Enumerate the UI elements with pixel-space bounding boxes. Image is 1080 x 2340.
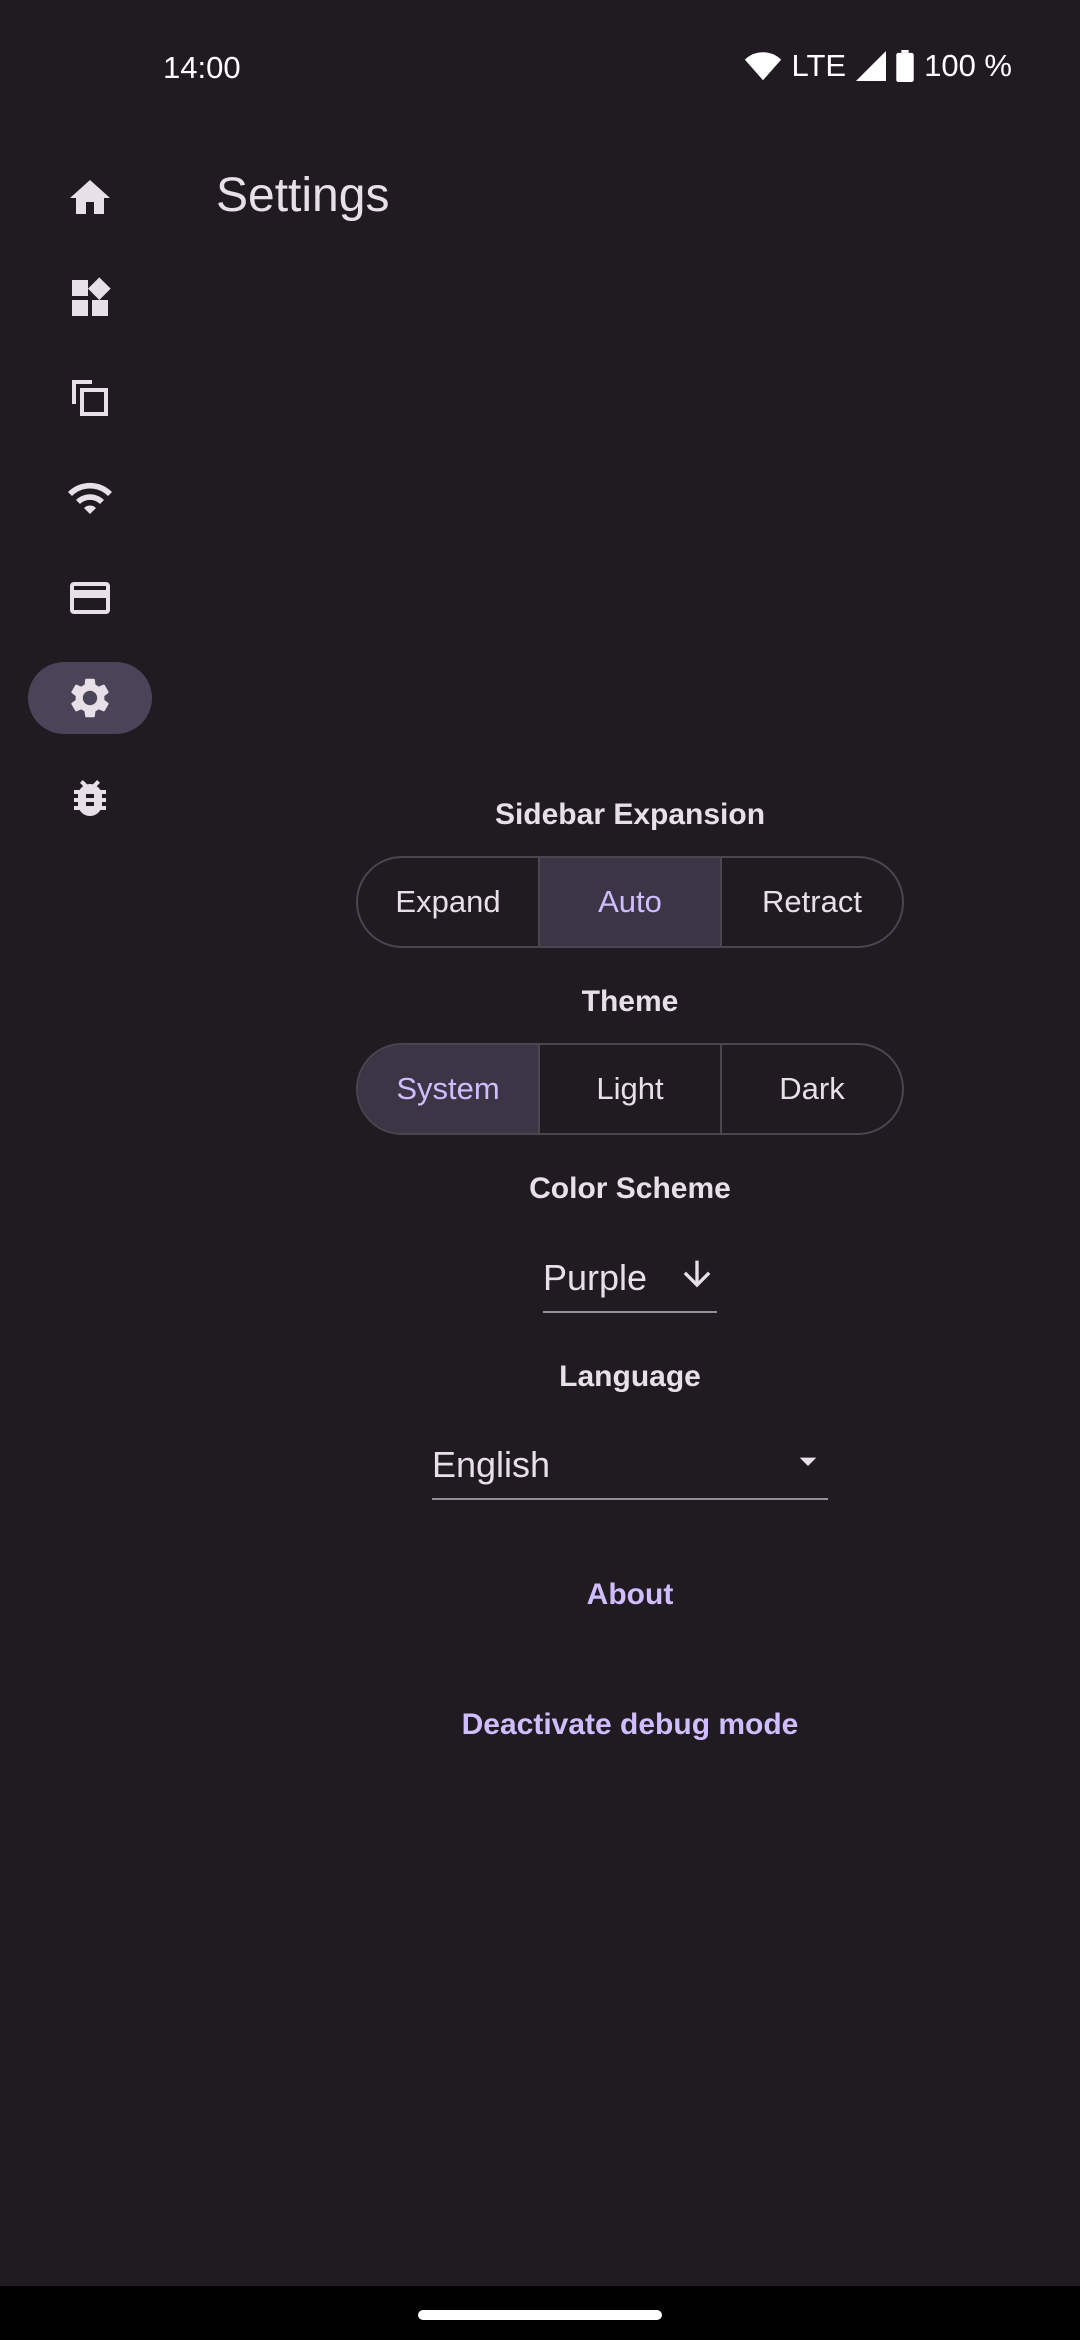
wifi-icon [744,51,782,81]
color-scheme-dropdown[interactable]: Purple [543,1245,717,1313]
arrow-down-icon [677,1254,717,1303]
wifi-icon [66,474,114,522]
nav-item-widgets[interactable] [28,262,152,334]
cellular-signal-icon [856,51,887,81]
segment-expand[interactable]: Expand [358,858,540,946]
gesture-handle[interactable] [418,2310,662,2320]
copy-icon [66,374,114,422]
nav-item-settings[interactable] [28,662,152,734]
language-value: English [432,1444,551,1485]
theme-label: Theme [581,985,679,1018]
sidebar-expansion-label: Sidebar Expansion [494,798,766,831]
status-time: 14:00 [163,50,241,85]
battery-icon [896,50,914,82]
credit-card-icon [66,574,114,622]
segment-retract[interactable]: Retract [722,858,902,946]
language-dropdown[interactable]: English [432,1432,828,1500]
segment-auto[interactable]: Auto [540,858,722,946]
deactivate-debug-button[interactable]: Deactivate debug mode [0,1708,1080,1742]
page-title: Settings [216,169,390,222]
nav-item-wifi[interactable] [28,462,152,534]
segment-dark[interactable]: Dark [722,1045,902,1133]
dropdown-triangle-icon [788,1441,828,1490]
battery-percentage: 100 % [924,48,1012,83]
gear-icon [66,674,114,722]
segment-system[interactable]: System [358,1045,540,1133]
color-scheme-label: Color Scheme [529,1172,731,1205]
widgets-icon [66,274,114,322]
language-label: Language [559,1360,701,1393]
home-icon [66,174,114,222]
nav-item-home[interactable] [28,162,152,234]
nav-item-copy[interactable] [28,362,152,434]
theme-selector: System Light Dark [356,1043,904,1135]
color-scheme-value: Purple [543,1257,648,1298]
status-bar: 14:00 LTE 100 % [0,0,1080,140]
network-type: LTE [791,48,847,83]
sidebar-expansion-selector: Expand Auto Retract [356,856,904,948]
status-indicators: LTE 100 % [744,48,1012,84]
nav-item-card[interactable] [28,562,152,634]
segment-light[interactable]: Light [540,1045,722,1133]
about-button[interactable]: About [0,1578,1080,1612]
